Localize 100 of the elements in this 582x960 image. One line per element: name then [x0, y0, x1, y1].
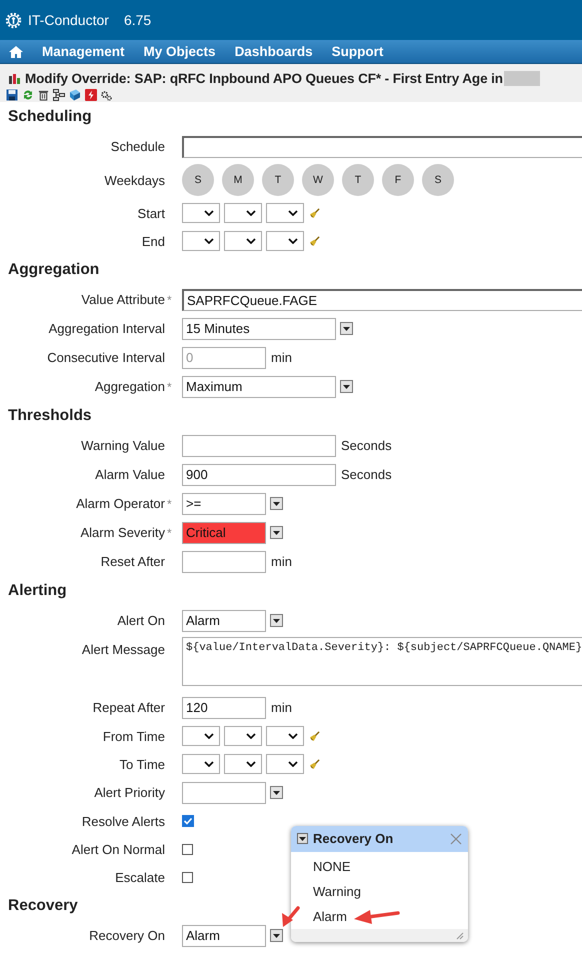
unit-label: min: [271, 350, 292, 365]
home-icon[interactable]: [9, 46, 23, 58]
dropdown-field[interactable]: Critical: [182, 522, 266, 544]
caret-icon: [273, 502, 280, 506]
field-label: End: [142, 234, 165, 248]
required-mark: *: [167, 496, 172, 510]
dropdown-field[interactable]: Alarm: [182, 610, 266, 632]
dropdown-option[interactable]: Alarm: [291, 904, 468, 929]
time-select[interactable]: [182, 231, 220, 251]
dropdown-field[interactable]: 15 Minutes: [182, 318, 336, 340]
field-label: Repeat After: [92, 700, 165, 715]
section-heading: Scheduling: [7, 107, 92, 127]
weekday-toggle[interactable]: S: [182, 164, 214, 196]
trash-icon[interactable]: [38, 89, 49, 101]
field-label: Warning Value: [81, 438, 165, 453]
text-field[interactable]: SAPRFCQueue.FAGE: [182, 288, 582, 310]
weekday-toggle[interactable]: M: [222, 164, 254, 196]
text-field[interactable]: [182, 136, 582, 158]
chevron-down-icon: [288, 733, 298, 739]
caret-icon: [273, 618, 280, 622]
field-label: Consecutive Interval: [47, 350, 165, 365]
time-select[interactable]: [224, 231, 262, 251]
refresh-icon[interactable]: [22, 89, 34, 101]
dropdown-button[interactable]: [340, 380, 353, 393]
dropdown-button[interactable]: [270, 497, 283, 510]
weekday-toggle[interactable]: T: [262, 164, 294, 196]
chevron-down-icon: [246, 761, 256, 767]
page-title: Modify Override: SAP: qRFC Inpbound APO Queues CF* - First Entry Age in: [25, 70, 503, 86]
time-select[interactable]: [266, 754, 304, 774]
dropdown-button[interactable]: [270, 929, 283, 942]
section-heading: Alerting: [7, 581, 67, 601]
text-field[interactable]: 120: [182, 696, 266, 718]
broom-icon[interactable]: [309, 208, 320, 218]
field-label: Alarm Severity: [80, 525, 165, 540]
field-label: From Time: [102, 728, 165, 744]
field-label: Start: [138, 206, 165, 220]
dropdown-field[interactable]: Maximum: [182, 376, 336, 398]
dropdown-field[interactable]: >=: [182, 492, 266, 514]
resize-grip-icon[interactable]: [456, 932, 464, 940]
broom-icon[interactable]: [309, 730, 320, 742]
message-textarea[interactable]: ${value/IntervalData.Severity}: ${subject/SAPRFCQueue.QNAME}: [182, 637, 582, 686]
dropdown-option[interactable]: NONE: [291, 854, 468, 879]
unit-label: min: [271, 700, 292, 715]
field-label: Recovery On: [89, 928, 165, 943]
field-label: Escalate: [115, 870, 165, 884]
dropdown-button[interactable]: [270, 526, 283, 539]
weekday-toggle[interactable]: W: [302, 164, 334, 196]
time-select[interactable]: [266, 203, 304, 223]
dropdown-button[interactable]: [270, 614, 283, 627]
caret-icon: [273, 934, 280, 938]
checkbox[interactable]: [182, 844, 193, 854]
dropdown-button[interactable]: [270, 786, 283, 799]
time-select[interactable]: [224, 726, 262, 746]
checkbox[interactable]: [182, 815, 194, 827]
field-label: To Time: [119, 756, 165, 772]
chevron-down-icon: [246, 733, 256, 739]
time-select[interactable]: [182, 203, 220, 223]
time-select[interactable]: [224, 754, 262, 774]
field-label: Alert On: [117, 613, 165, 628]
weekday-toggle[interactable]: S: [422, 164, 454, 196]
section-heading: Recovery: [7, 896, 78, 916]
field-label: Alert On Normal: [72, 842, 165, 856]
unit-label: min: [271, 554, 292, 569]
app-version: 6.75: [124, 12, 152, 28]
text-field[interactable]: 900: [182, 464, 336, 486]
unit-label: Seconds: [341, 438, 392, 453]
time-select[interactable]: [224, 203, 262, 223]
text-field[interactable]: [182, 550, 266, 572]
nav-link[interactable]: Dashboards: [234, 44, 313, 59]
time-select[interactable]: [266, 726, 304, 746]
broom-icon[interactable]: [309, 236, 320, 246]
dropdown-button[interactable]: [340, 322, 353, 335]
time-select[interactable]: [266, 231, 304, 251]
chevron-down-icon: [204, 761, 214, 767]
nav-link[interactable]: Management: [42, 44, 125, 59]
text-field[interactable]: [182, 434, 336, 456]
dropdown-option[interactable]: Warning: [291, 878, 468, 904]
caret-icon: [299, 836, 306, 841]
time-select[interactable]: [182, 754, 220, 774]
field-label: Resolve Alerts: [82, 814, 165, 828]
hierarchy-icon[interactable]: [53, 89, 65, 101]
app-name: IT-Conductor: [28, 12, 109, 28]
dropdown-field[interactable]: Alarm: [182, 924, 266, 946]
caret-icon: [273, 530, 280, 534]
checkbox[interactable]: [182, 872, 193, 882]
gears-icon[interactable]: [101, 90, 112, 100]
weekday-toggle[interactable]: F: [382, 164, 414, 196]
nav-link[interactable]: Support: [332, 44, 384, 59]
text-field[interactable]: 0: [182, 346, 266, 368]
chevron-down-icon: [204, 238, 214, 244]
save-icon[interactable]: [6, 89, 18, 101]
chevron-down-icon: [204, 210, 214, 216]
field-label: Alert Message: [82, 642, 165, 657]
broom-icon[interactable]: [309, 758, 320, 770]
weekday-toggle[interactable]: T: [342, 164, 374, 196]
dropdown-field[interactable]: [182, 782, 266, 804]
lightning-icon[interactable]: [85, 89, 97, 101]
time-select[interactable]: [182, 726, 220, 746]
nav-link[interactable]: My Objects: [144, 44, 216, 59]
chevron-down-icon: [288, 238, 298, 244]
